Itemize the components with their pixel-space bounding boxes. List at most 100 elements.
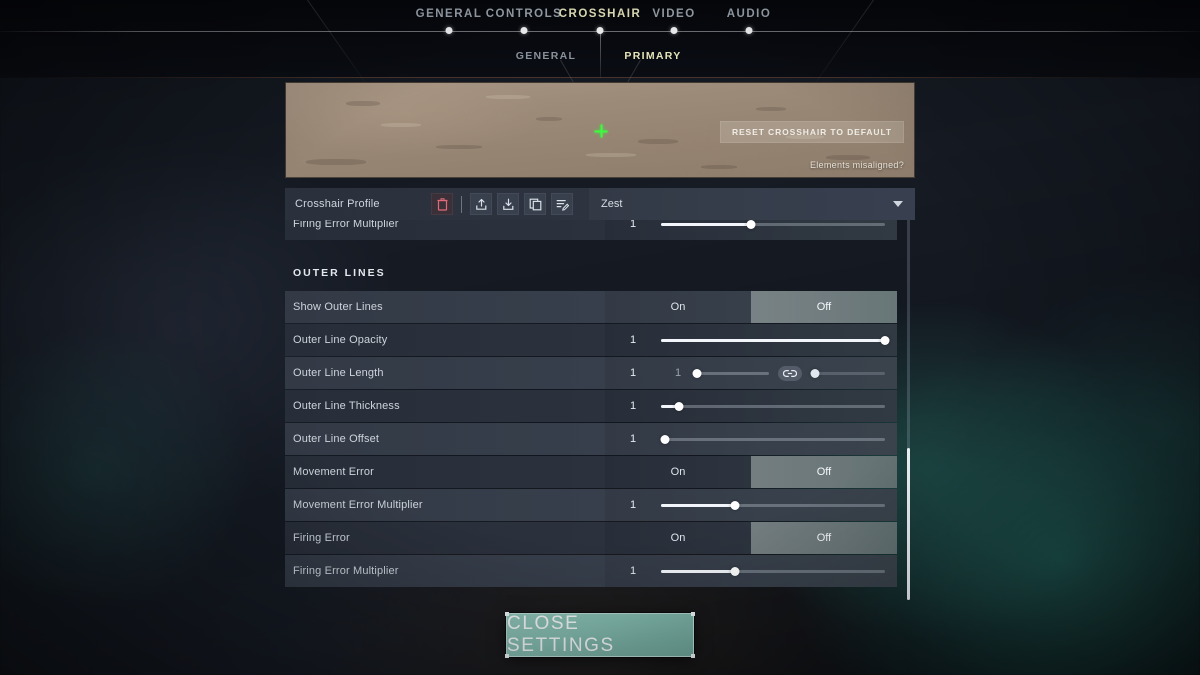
nav-tab-audio[interactable]: AUDIO xyxy=(727,8,772,20)
chevron-down-icon xyxy=(893,201,903,207)
setting-value: 1 xyxy=(629,433,637,445)
setting-control: 1 xyxy=(605,423,897,455)
slider-track xyxy=(661,437,885,441)
duplicate-profile-icon[interactable] xyxy=(524,193,546,215)
setting-label: Firing Error Multiplier xyxy=(285,555,605,587)
icon-separator xyxy=(461,195,462,213)
setting-label: Outer Line Offset xyxy=(285,423,605,455)
crosshair-vertical-line xyxy=(600,124,602,138)
setting-value: 1 xyxy=(629,565,637,577)
import-profile-icon[interactable] xyxy=(497,193,519,215)
setting-control: 1 xyxy=(605,220,897,240)
slider-thumb[interactable] xyxy=(674,401,684,411)
delete-profile-icon[interactable] xyxy=(431,193,453,215)
scrollbar-thumb[interactable] xyxy=(907,448,910,600)
scrollbar-track[interactable] xyxy=(907,220,910,600)
setting-label: Movement Error xyxy=(285,456,605,488)
setting-row: Movement Error On Off xyxy=(285,456,897,488)
top-navigation: GENERAL CONTROLS CROSSHAIR VIDEO AUDIO GENER… xyxy=(0,0,1200,121)
slider-fill xyxy=(661,222,751,226)
slider-thumb[interactable] xyxy=(880,335,890,345)
setting-slider[interactable] xyxy=(661,390,885,422)
setting-value: 1 xyxy=(629,334,637,346)
setting-control: 1 xyxy=(605,489,897,521)
setting-value: 1 xyxy=(629,367,637,379)
slider-thumb[interactable] xyxy=(730,566,740,576)
setting-control: 1 xyxy=(605,390,897,422)
nav-subtab-primary-1[interactable]: PRIMARY xyxy=(624,50,681,62)
slider-thumb[interactable] xyxy=(692,368,702,378)
close-settings-button[interactable]: CLOSE SETTINGS xyxy=(505,612,695,658)
slider-thumb[interactable] xyxy=(660,434,670,444)
profile-action-icons xyxy=(431,193,573,215)
setting-slider[interactable] xyxy=(661,220,885,240)
reset-crosshair-button[interactable]: RESET CROSSHAIR TO DEFAULT xyxy=(719,121,904,143)
setting-row: Outer Line Thickness 1 xyxy=(285,390,897,422)
elements-misaligned-link[interactable]: Elements misaligned? xyxy=(810,160,904,170)
slider-primary[interactable] xyxy=(692,357,769,389)
crosshair-profile-label: Crosshair Profile xyxy=(295,198,380,210)
slider-thumb[interactable] xyxy=(746,220,756,229)
crosshair-profile-value: Zest xyxy=(601,198,623,210)
nav-bottom-accent xyxy=(0,77,1200,78)
nav-tab-controls[interactable]: CONTROLS xyxy=(486,8,563,20)
setting-label: Outer Line Opacity xyxy=(285,324,605,356)
setting-value-secondary: 1 xyxy=(674,367,682,379)
nav-subtab-general-0[interactable]: GENERAL xyxy=(516,50,576,62)
setting-control: 11 xyxy=(605,357,897,389)
slider-fill xyxy=(661,503,735,507)
setting-row: Firing Error Multiplier 1 xyxy=(285,555,897,587)
setting-slider[interactable] xyxy=(661,489,885,521)
nav-dot-video[interactable] xyxy=(670,27,678,34)
setting-value: 1 xyxy=(629,220,637,230)
toggle-option-on[interactable]: On xyxy=(605,456,751,488)
setting-row: Show Outer Lines On Off xyxy=(285,291,897,323)
rename-profile-icon[interactable] xyxy=(551,193,573,215)
crosshair-profile-select[interactable]: Zest xyxy=(589,188,915,220)
nav-dot-controls[interactable] xyxy=(520,27,528,34)
slider-track xyxy=(811,371,885,375)
nav-tab-general[interactable]: GENERAL xyxy=(416,8,483,20)
slider-thumb[interactable] xyxy=(810,368,820,378)
toggle-option-off[interactable]: Off xyxy=(751,522,897,554)
setting-control: On Off xyxy=(605,291,897,323)
link-slider-icon[interactable] xyxy=(778,365,802,381)
onoff-toggle: On Off xyxy=(605,291,897,323)
setting-row: Outer Line Offset 1 xyxy=(285,423,897,455)
setting-label: Movement Error Multiplier xyxy=(285,489,605,521)
toggle-option-on[interactable]: On xyxy=(605,291,751,323)
setting-value: 1 xyxy=(629,499,637,511)
slider-secondary[interactable] xyxy=(810,357,885,389)
toggle-option-on[interactable]: On xyxy=(605,522,751,554)
nav-tab-crosshair[interactable]: CROSSHAIR xyxy=(559,8,642,20)
slider-track xyxy=(695,371,769,375)
slider-track xyxy=(661,404,885,408)
setting-control: On Off xyxy=(605,522,897,554)
setting-slider[interactable] xyxy=(661,324,890,356)
setting-row: Outer Line Length 1 1 xyxy=(285,357,897,389)
toggle-option-off[interactable]: Off xyxy=(751,291,897,323)
close-settings-label: CLOSE SETTINGS xyxy=(507,613,615,656)
crosshair-glyph xyxy=(594,124,608,138)
toggle-option-off[interactable]: Off xyxy=(751,456,897,488)
slider-thumb[interactable] xyxy=(730,500,740,510)
nav-tab-video[interactable]: VIDEO xyxy=(652,8,695,20)
setting-row: Firing Error Multiplier 1 xyxy=(285,220,897,240)
dual-slider xyxy=(692,357,885,389)
settings-scroll-area[interactable]: Firing Error Multiplier 1 OUTER LINES Show … xyxy=(285,220,915,600)
setting-slider[interactable] xyxy=(661,555,885,587)
nav-dot-audio[interactable] xyxy=(745,27,753,34)
setting-label: Outer Line Thickness xyxy=(285,390,605,422)
nav-connector-stem xyxy=(600,31,601,78)
setting-label: Firing Error xyxy=(285,522,605,554)
setting-control: 1 xyxy=(605,324,897,356)
nav-dot-general[interactable] xyxy=(445,27,453,34)
setting-row: Movement Error Multiplier 1 xyxy=(285,489,897,521)
setting-control: 1 xyxy=(605,555,897,587)
nav-dot-crosshair[interactable] xyxy=(596,27,604,34)
export-profile-icon[interactable] xyxy=(470,193,492,215)
slider-fill xyxy=(661,338,885,342)
setting-slider[interactable] xyxy=(660,423,885,455)
setting-label: Show Outer Lines xyxy=(285,291,605,323)
crosshair-preview: RESET CROSSHAIR TO DEFAULT Elements misa… xyxy=(285,82,915,178)
